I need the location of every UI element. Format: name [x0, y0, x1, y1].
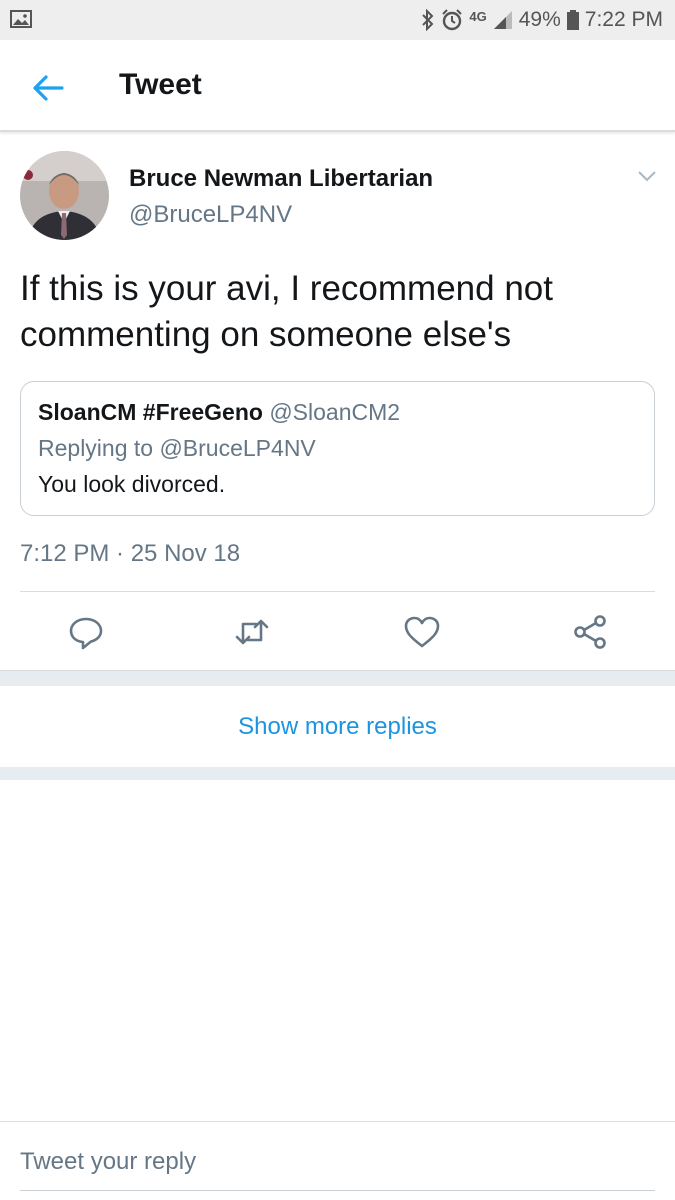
- author-handle[interactable]: @BruceLP4NV: [129, 201, 292, 229]
- tweet-menu-button[interactable]: [636, 168, 658, 184]
- like-button[interactable]: [402, 612, 442, 652]
- status-icons: 4G 49% 7:22 PM: [421, 6, 663, 34]
- back-button[interactable]: [28, 68, 68, 108]
- status-bar: 4G 49% 7:22 PM: [0, 0, 675, 40]
- retweet-icon: [235, 619, 269, 645]
- author-name[interactable]: Bruce Newman Libertarian: [129, 165, 433, 193]
- reply-input-underline: [20, 1190, 655, 1191]
- quoted-tweet[interactable]: SloanCM #FreeGeno @SloanCM2 Replying to …: [20, 381, 655, 516]
- avatar[interactable]: [20, 151, 109, 240]
- tweet-timestamp: 7:12 PM · 25 Nov 18: [20, 540, 241, 567]
- alarm-icon: [442, 9, 463, 31]
- app-bar: Tweet: [0, 40, 675, 132]
- retweet-button[interactable]: [232, 612, 272, 652]
- avatar-image: [20, 151, 109, 240]
- quoted-author-name: SloanCM #FreeGeno: [38, 399, 263, 425]
- battery-percent: 49%: [518, 8, 561, 31]
- quoted-tweet-text: You look divorced.: [38, 471, 226, 497]
- composer-divider: [0, 1121, 675, 1122]
- quoted-author-handle: @SloanCM2: [269, 399, 401, 425]
- clock: 7:22 PM: [584, 8, 663, 31]
- signal-icon: [493, 11, 512, 29]
- gallery-icon: [10, 10, 32, 28]
- share-button[interactable]: [571, 612, 611, 652]
- battery-icon: [566, 10, 579, 30]
- show-more-replies-link[interactable]: Show more replies: [0, 686, 675, 768]
- page-title: Tweet: [119, 68, 202, 101]
- reply-icon: [69, 617, 103, 650]
- back-arrow-icon: [33, 75, 64, 101]
- quoted-tweet-header: SloanCM #FreeGeno @SloanCM2: [38, 399, 400, 426]
- chevron-down-icon: [638, 171, 656, 182]
- reply-input[interactable]: [20, 1140, 655, 1184]
- tweet-text: If this is your avi, I recommend not com…: [20, 269, 553, 354]
- quoted-replying-to: Replying to @BruceLP4NV: [38, 435, 316, 461]
- section-separator: [0, 670, 675, 686]
- divider: [20, 591, 655, 592]
- bluetooth-icon: [422, 9, 434, 31]
- reply-button[interactable]: [66, 612, 106, 652]
- like-icon: [404, 616, 440, 648]
- section-separator: [0, 767, 675, 780]
- share-icon: [574, 615, 606, 649]
- network-type: 4G: [469, 9, 487, 24]
